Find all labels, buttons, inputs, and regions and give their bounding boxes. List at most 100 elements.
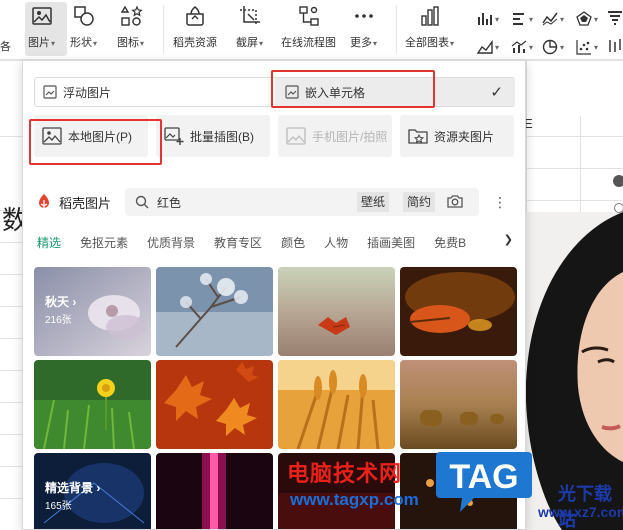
thumbnail-maple-leaves[interactable] (156, 360, 273, 449)
chevron-down-icon: ▾ (594, 42, 599, 52)
picture-search-box[interactable]: 壁纸 简约 (125, 188, 480, 216)
shape-label: 形状 (70, 37, 92, 49)
grid-line (0, 370, 22, 371)
tab-quality-backgrounds[interactable]: 优质背景 (147, 234, 195, 251)
thumbnail-autumn[interactable]: 秋天 › 216张 (34, 267, 151, 356)
thumbnail-wheat[interactable] (278, 360, 395, 449)
all-charts-button[interactable]: 全部图表▾ (405, 4, 454, 50)
phone-picture-label: 手机图片/拍照 (312, 129, 388, 144)
stock-chart-icon[interactable] (607, 38, 623, 54)
bar-chart-icon (420, 6, 439, 26)
thumbnail-frost-branch[interactable] (156, 267, 273, 356)
chevron-down-icon: ▾ (560, 42, 565, 52)
watermark-site-url: www.tagxp.com (290, 490, 419, 509)
chevron-down-icon: ▾ (140, 39, 145, 48)
scatter-chart-button[interactable]: ▾ (576, 36, 610, 58)
frost-branch-image (156, 267, 273, 356)
screenshot-icon (239, 6, 260, 26)
autumn-label: 秋天 › (45, 295, 77, 309)
thumbnail-yellow-flower[interactable] (34, 360, 151, 449)
picture-source-row: 本地图片(P) 批量插图(B) 手机图片/拍照 资源夹图片 (34, 115, 515, 157)
daoke-logo-icon (39, 194, 49, 209)
float-picture-icon (43, 85, 57, 99)
more-options-icon[interactable]: ⋮ (493, 194, 507, 211)
thumbnail-red-leaf[interactable] (278, 267, 395, 356)
pie-chart-button[interactable]: ▾ (542, 36, 576, 58)
tag-logo-text: TAG (449, 458, 518, 496)
chevron-right-icon[interactable]: ❯ (500, 233, 513, 246)
float-picture-option[interactable]: 浮动图片 (35, 78, 275, 106)
area-chart-button[interactable]: ▾ (477, 36, 511, 58)
rotate-handle[interactable] (611, 173, 623, 189)
grid-line (526, 200, 623, 201)
picture-icon (31, 7, 52, 25)
grid-line (0, 274, 22, 275)
red-light-image (156, 453, 273, 529)
thumbnail-autumn-leaves[interactable] (400, 267, 517, 356)
column-chart-icon (478, 13, 492, 25)
online-flowchart-button[interactable]: 在线流程图 (281, 4, 336, 50)
insert-mode-selector: 浮动图片 嵌入单元格 ✓ (34, 77, 515, 107)
chevron-down-icon: ▾ (594, 14, 599, 24)
more-dots-icon (354, 14, 373, 18)
thumbnail-red-light[interactable] (156, 453, 273, 529)
embed-cell-label: 嵌入单元格 (305, 85, 366, 100)
local-picture-label: 本地图片(P) (68, 129, 132, 144)
chevron-down-icon: ▾ (529, 42, 534, 52)
camera-search-icon[interactable] (447, 193, 463, 209)
tab-cutout-elements[interactable]: 免抠元素 (80, 234, 128, 251)
picture-label: 图片 (28, 37, 50, 49)
batch-insert-button[interactable]: 批量插图(B) (156, 115, 270, 157)
area-chart-icon (477, 39, 493, 54)
chevron-down-icon: ▾ (373, 39, 378, 48)
ribbon-left-fragment: 各 (0, 41, 11, 53)
wallpaper-chip[interactable]: 壁纸 (357, 192, 390, 212)
tag-logo-icon: TAG (436, 452, 532, 512)
chevron-down-icon: ▾ (560, 14, 565, 24)
icon-button[interactable]: 图标▾ (117, 4, 144, 50)
more-label: 更多 (350, 37, 372, 49)
ribbon-divider (396, 6, 397, 54)
daoke-resource-button[interactable]: 稻壳资源 (173, 4, 217, 50)
picture-button[interactable]: 图片▾ (28, 4, 55, 50)
icon-label: 图标 (117, 37, 139, 49)
daoke-resource-label: 稻壳资源 (173, 37, 217, 49)
tab-people[interactable]: 人物 (324, 234, 348, 251)
tab-featured[interactable]: 精选 (37, 234, 61, 251)
grid-line (0, 402, 22, 403)
local-picture-icon (42, 127, 62, 145)
thumbnail-featured-backgrounds[interactable]: 精选背景 › 165张 (34, 453, 151, 529)
embed-cell-option[interactable]: 嵌入单元格 ✓ (275, 78, 515, 106)
screenshot-button[interactable]: 截屏▾ (236, 4, 263, 50)
line-chart-button[interactable]: ▾ (542, 8, 576, 30)
grid-line (0, 338, 22, 339)
chevron-down-icon: ▾ (51, 39, 56, 48)
tab-illustrations[interactable]: 插画美图 (367, 234, 415, 251)
tab-free[interactable]: 免费B (434, 234, 466, 251)
tab-education[interactable]: 教育专区 (214, 234, 262, 251)
phone-picture-button[interactable]: 手机图片/拍照 (278, 115, 392, 157)
yellow-flower-image (34, 360, 151, 449)
shape-button[interactable]: 形状▾ (70, 4, 97, 50)
watermark-xz-url: www.xz7.com (538, 504, 623, 520)
pie-chart-icon (542, 39, 558, 55)
search-input[interactable] (157, 195, 328, 209)
resource-folder-button[interactable]: 资源夹图片 (400, 115, 514, 157)
maple-leaves-image (156, 360, 273, 449)
check-icon: ✓ (490, 84, 503, 101)
local-picture-button[interactable]: 本地图片(P) (34, 115, 148, 157)
more-button[interactable]: 更多▾ (350, 4, 377, 50)
grid-line (526, 168, 623, 169)
grid-line (0, 466, 22, 467)
resource-folder-icon (408, 129, 428, 144)
resize-handle[interactable] (614, 203, 623, 213)
column-chart-button[interactable]: ▾ (477, 8, 511, 30)
bar-chart-button[interactable]: ▾ (511, 8, 545, 30)
tab-colors[interactable]: 颜色 (281, 234, 305, 251)
combo-chart-button[interactable]: ▾ (511, 36, 545, 58)
radar-chart-button[interactable]: ▾ (576, 8, 610, 30)
simple-chip[interactable]: 简约 (403, 192, 436, 212)
autumn-count: 216张 (45, 315, 72, 326)
thumbnail-hay-bales[interactable] (400, 360, 517, 449)
funnel-chart-icon[interactable] (607, 10, 623, 26)
